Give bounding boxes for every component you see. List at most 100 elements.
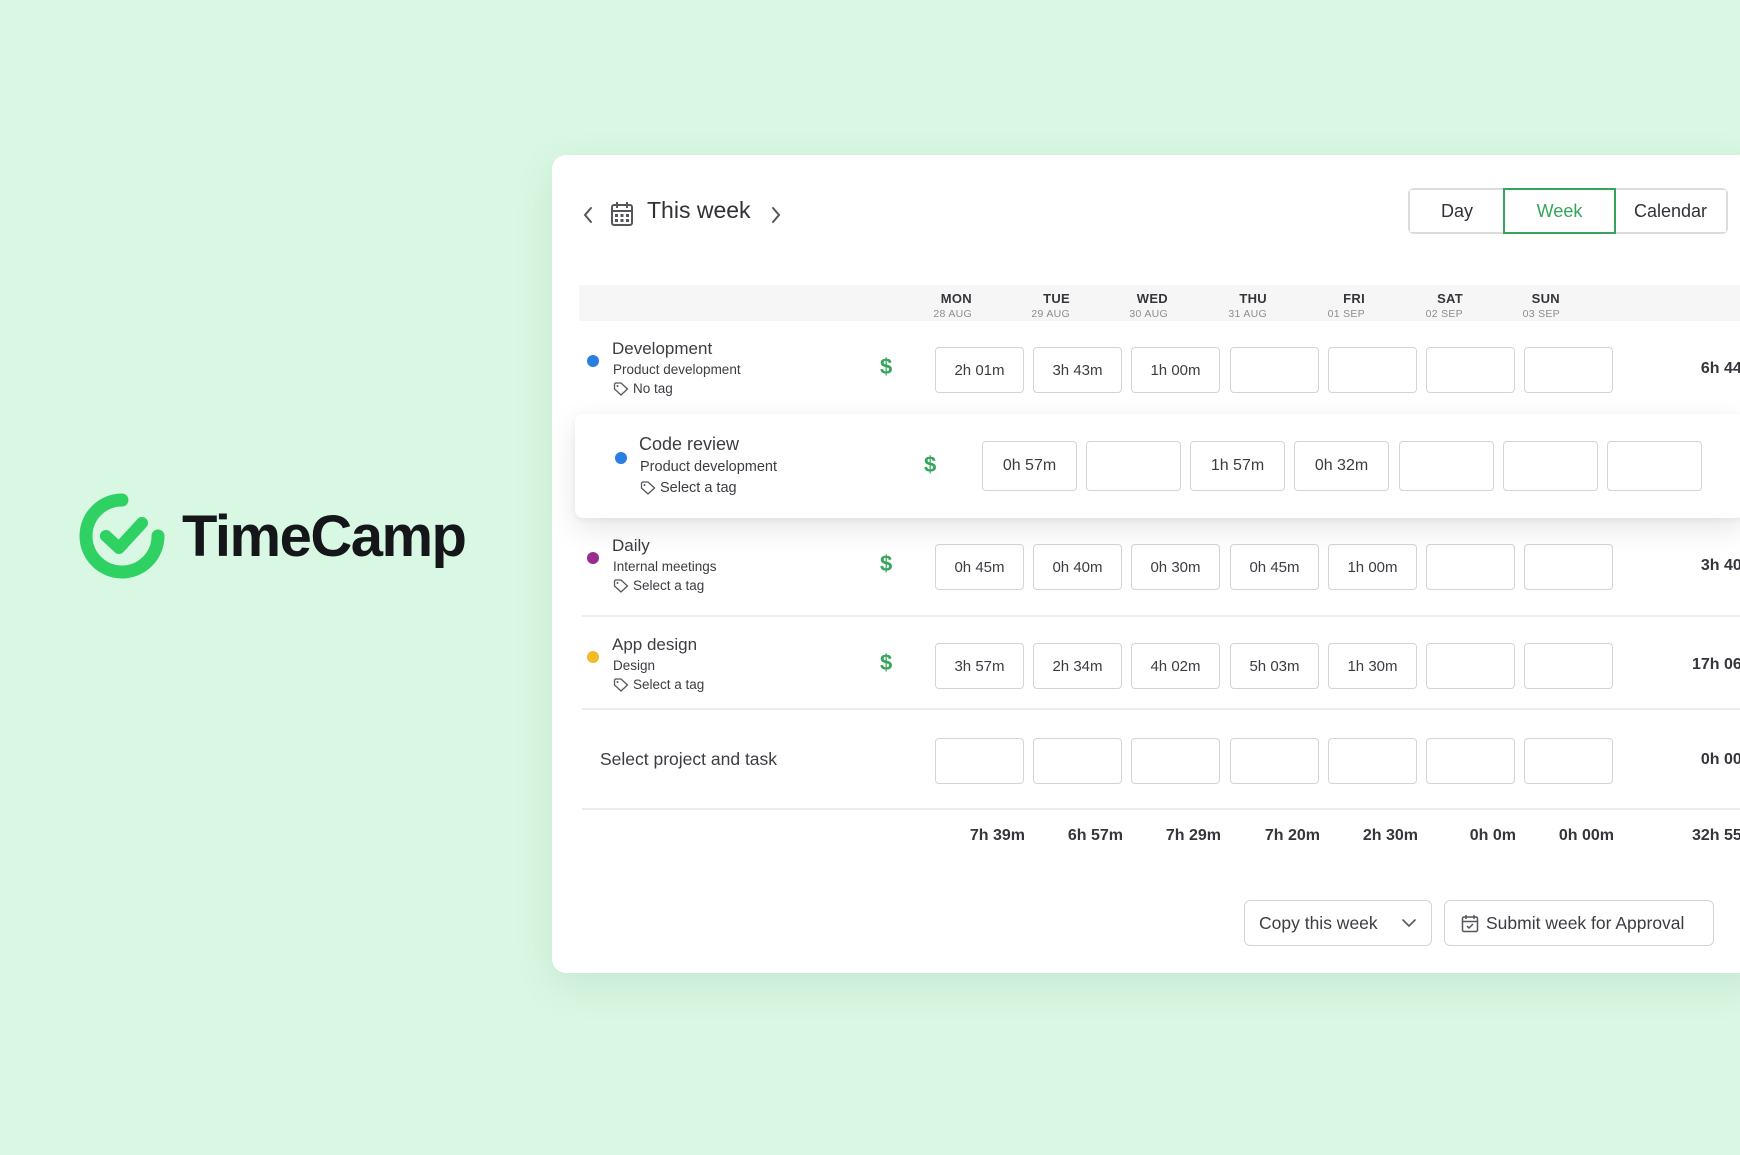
billable-dollar-icon[interactable]: $ xyxy=(880,354,892,380)
time-cell-tue[interactable] xyxy=(1033,738,1122,784)
tag-selector[interactable]: Select a tag xyxy=(613,578,704,593)
tag-label: No tag xyxy=(633,381,673,396)
day-date: 03 SEP xyxy=(1522,308,1560,320)
time-cell-mon[interactable]: 0h 45m xyxy=(935,544,1024,590)
time-cell-wed[interactable]: 1h 57m xyxy=(1190,441,1285,491)
day-header-mon: MON 28 AUG xyxy=(902,291,972,320)
time-cell-thu[interactable] xyxy=(1230,738,1319,784)
tag-label: Select a tag xyxy=(633,578,705,593)
time-cell-thu[interactable] xyxy=(1230,347,1319,393)
time-cell-fri[interactable]: 1h 30m xyxy=(1328,643,1417,689)
tag-icon xyxy=(613,677,629,692)
day-date: 30 AUG xyxy=(1129,308,1168,320)
tag-selector[interactable]: No tag xyxy=(613,381,673,396)
calendar-check-icon xyxy=(1461,914,1479,932)
time-cell-mon[interactable]: 2h 01m xyxy=(935,347,1024,393)
tag-icon xyxy=(640,481,656,495)
time-cell-fri[interactable]: 1h 00m xyxy=(1328,544,1417,590)
time-cell-tue[interactable] xyxy=(1086,441,1181,491)
day-date: 29 AUG xyxy=(1031,308,1070,320)
day-header-thu: THU 31 AUG xyxy=(1197,291,1267,320)
time-cell-wed[interactable]: 4h 02m xyxy=(1131,643,1220,689)
day-header-strip: MON 28 AUG TUE 29 AUG WED 30 AUG THU 31 AUG … xyxy=(579,285,1740,321)
project-color-dot xyxy=(587,552,599,564)
time-cell-tue[interactable]: 3h 43m xyxy=(1033,347,1122,393)
view-week-button[interactable]: Week xyxy=(1503,188,1616,234)
time-cell-sat[interactable] xyxy=(1503,441,1598,491)
totals-divider xyxy=(582,808,1740,810)
chevron-down-icon xyxy=(1402,919,1416,928)
time-cell-sun[interactable] xyxy=(1524,643,1613,689)
time-cell-sat[interactable] xyxy=(1426,738,1515,784)
copy-week-dropdown[interactable]: Copy this week xyxy=(1244,900,1432,946)
brand-name: TimeCamp xyxy=(182,503,467,569)
day-header-fri: FRI 01 SEP xyxy=(1295,291,1365,320)
row-divider xyxy=(582,615,1740,617)
tag-icon xyxy=(613,381,629,396)
chevron-right-icon xyxy=(772,207,781,223)
time-cell-fri[interactable] xyxy=(1399,441,1494,491)
timecamp-logo-icon xyxy=(79,493,165,579)
time-cell-sun[interactable] xyxy=(1524,544,1613,590)
daily-total-sat: 0h 0m xyxy=(1469,827,1516,844)
chevron-left-icon xyxy=(583,207,592,223)
select-project-task-button[interactable]: Select project and task xyxy=(600,749,777,770)
time-cell-sun[interactable] xyxy=(1524,738,1613,784)
next-week-button[interactable] xyxy=(764,200,788,230)
project-color-dot xyxy=(587,651,599,663)
billable-dollar-icon[interactable]: $ xyxy=(880,650,892,676)
billable-dollar-icon[interactable]: $ xyxy=(880,551,892,577)
daily-total-fri: 2h 30m xyxy=(1362,827,1418,844)
brand-logo: TimeCamp xyxy=(76,490,467,582)
tag-selector[interactable]: Select a tag xyxy=(640,480,737,496)
time-cell-sun[interactable] xyxy=(1524,347,1613,393)
row-total: 3h 40m xyxy=(1700,557,1740,574)
day-name: FRI xyxy=(1343,291,1365,306)
daily-total-wed: 7h 29m xyxy=(1165,827,1221,844)
time-cell-fri[interactable] xyxy=(1328,738,1417,784)
day-date: 28 AUG xyxy=(933,308,972,320)
timesheet-header: This week Day Week Calendar xyxy=(552,155,1740,265)
calendar-icon[interactable] xyxy=(610,201,634,227)
time-cell-sat[interactable] xyxy=(1426,544,1515,590)
day-name: TUE xyxy=(1043,291,1070,306)
grand-total: 32h 55m xyxy=(1691,827,1740,844)
time-cell-mon[interactable]: 3h 57m xyxy=(935,643,1024,689)
day-name: SUN xyxy=(1531,291,1560,306)
day-date: 01 SEP xyxy=(1327,308,1365,320)
time-cell-fri[interactable] xyxy=(1328,347,1417,393)
time-cell-thu[interactable]: 0h 45m xyxy=(1230,544,1319,590)
submit-approval-button[interactable]: Submit week for Approval xyxy=(1444,900,1714,946)
timesheet-row-code-review: Code review Product development Select a… xyxy=(575,414,1740,518)
daily-total-tue: 6h 57m xyxy=(1067,827,1123,844)
time-cell-sun[interactable] xyxy=(1607,441,1702,491)
day-header-tue: TUE 29 AUG xyxy=(1000,291,1070,320)
time-cell-thu[interactable]: 0h 32m xyxy=(1294,441,1389,491)
time-cell-tue[interactable]: 0h 40m xyxy=(1033,544,1122,590)
tag-selector[interactable]: Select a tag xyxy=(613,677,704,692)
task-name[interactable]: Code review xyxy=(639,434,739,455)
time-cell-wed[interactable]: 0h 30m xyxy=(1131,544,1220,590)
task-name[interactable]: Development xyxy=(612,339,712,359)
task-name[interactable]: Daily xyxy=(612,536,650,556)
day-header-sun: SUN 03 SEP xyxy=(1490,291,1560,320)
row-total: 17h 06m xyxy=(1691,656,1740,673)
time-cell-mon[interactable]: 0h 57m xyxy=(982,441,1077,491)
project-color-dot xyxy=(615,452,627,464)
time-cell-tue[interactable]: 2h 34m xyxy=(1033,643,1122,689)
time-cell-wed[interactable]: 1h 00m xyxy=(1131,347,1220,393)
previous-week-button[interactable] xyxy=(576,200,600,230)
time-cell-mon[interactable] xyxy=(935,738,1024,784)
time-cell-sat[interactable] xyxy=(1426,643,1515,689)
view-day-button[interactable]: Day xyxy=(1410,190,1505,232)
row-total: 0h 00m xyxy=(1700,751,1740,768)
day-name: THU xyxy=(1239,291,1267,306)
view-calendar-button[interactable]: Calendar xyxy=(1614,190,1726,232)
time-cell-wed[interactable] xyxy=(1131,738,1220,784)
billable-dollar-icon[interactable]: $ xyxy=(924,452,936,478)
day-name: WED xyxy=(1136,291,1168,306)
time-cell-thu[interactable]: 5h 03m xyxy=(1230,643,1319,689)
time-cell-sat[interactable] xyxy=(1426,347,1515,393)
task-name[interactable]: App design xyxy=(612,635,697,655)
submit-approval-label: Submit week for Approval xyxy=(1486,912,1685,933)
